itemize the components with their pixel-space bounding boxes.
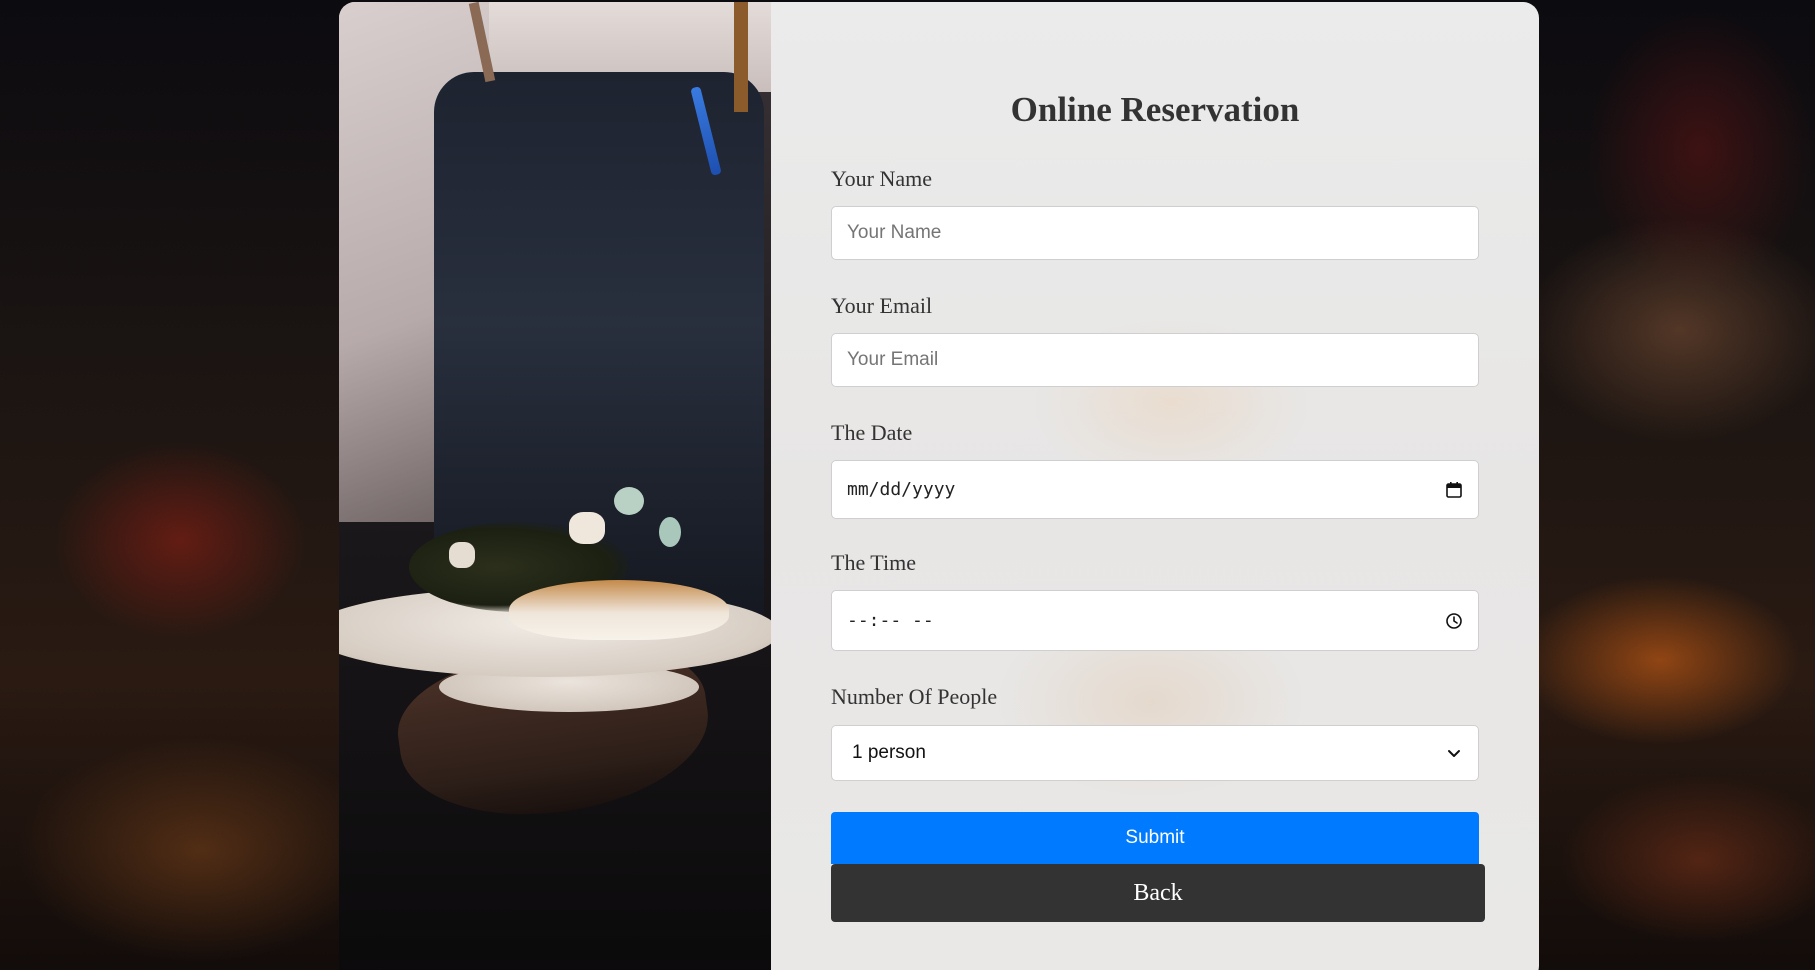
photo-strap-right xyxy=(734,2,748,112)
form-panel: Online Reservation Your Name Your Name Y… xyxy=(771,2,1539,970)
reservation-card: Online Reservation Your Name Your Name Y… xyxy=(339,2,1539,970)
people-selected-value: 1 person xyxy=(852,742,926,763)
time-input-placeholder: --:-- -- xyxy=(847,610,934,631)
clock-icon[interactable] xyxy=(1444,611,1464,631)
chevron-down-icon[interactable] xyxy=(1444,743,1464,763)
waiter-with-plate-photo xyxy=(339,2,771,970)
submit-button[interactable]: Submit xyxy=(831,812,1479,864)
photo-garnish xyxy=(449,542,475,568)
date-input-placeholder: mm/dd/yyyy xyxy=(847,479,956,500)
name-input[interactable]: Your Name xyxy=(831,206,1479,260)
calendar-icon[interactable] xyxy=(1444,480,1464,500)
people-label: Number Of People xyxy=(831,684,998,709)
photo-garnish xyxy=(569,512,605,544)
email-input[interactable]: Your Email xyxy=(831,333,1479,387)
people-select[interactable]: 1 person xyxy=(831,725,1479,781)
photo-fish xyxy=(509,580,729,640)
time-input[interactable]: --:-- -- xyxy=(831,590,1479,651)
name-input-placeholder: Your Name xyxy=(847,222,942,243)
back-button[interactable]: Back xyxy=(831,864,1485,922)
email-input-placeholder: Your Email xyxy=(847,349,939,370)
date-input[interactable]: mm/dd/yyyy xyxy=(831,460,1479,519)
date-label: The Date xyxy=(831,420,913,445)
photo-garnish xyxy=(614,487,644,515)
name-label: Your Name xyxy=(831,166,933,191)
email-label: Your Email xyxy=(831,293,933,318)
time-label: The Time xyxy=(831,550,916,575)
photo-garnish xyxy=(659,517,681,547)
page-title: Online Reservation xyxy=(1010,90,1300,129)
